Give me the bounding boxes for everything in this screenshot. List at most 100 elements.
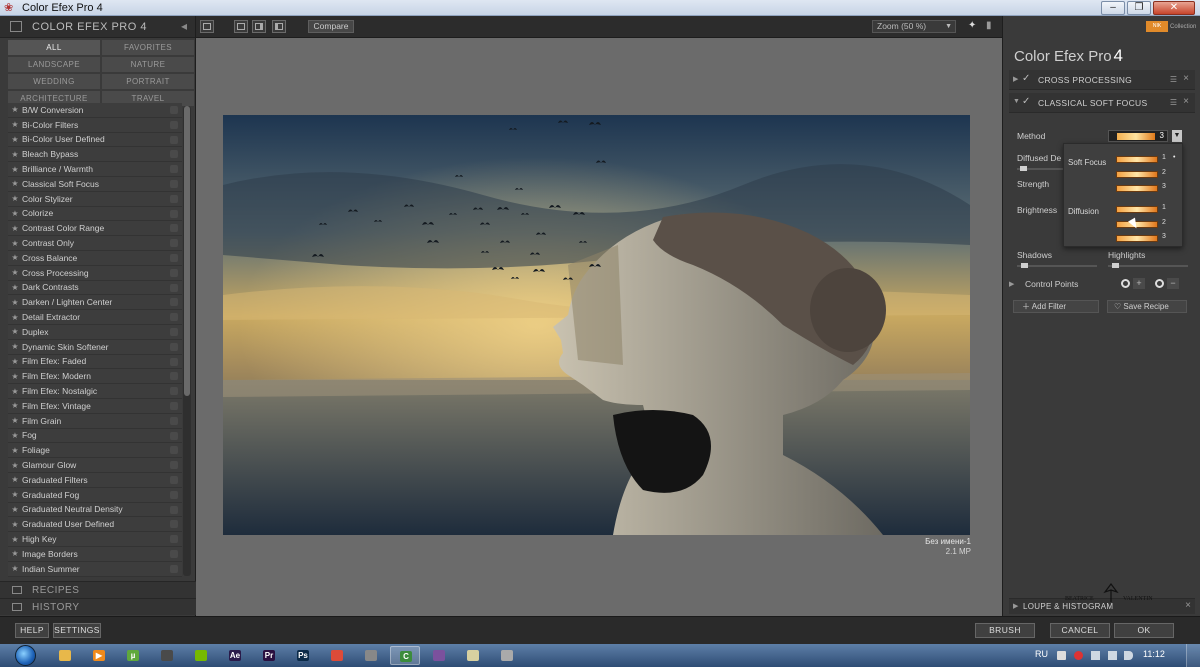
favorite-toggle-icon[interactable]	[170, 313, 178, 322]
favorite-toggle-icon[interactable]	[170, 150, 178, 159]
star-icon[interactable]: ★	[8, 535, 22, 544]
dropdown-option[interactable]: 2	[1116, 219, 1172, 229]
remove-filter-icon[interactable]: ×	[1183, 73, 1189, 84]
preview-image[interactable]	[223, 115, 970, 535]
slider-thumb[interactable]	[1021, 263, 1028, 268]
star-icon[interactable]: ★	[8, 165, 22, 174]
taskbar-app[interactable]: C	[390, 646, 420, 665]
favorite-toggle-icon[interactable]	[170, 239, 178, 248]
favorite-toggle-icon[interactable]	[170, 268, 178, 277]
list-item[interactable]: ★ Film Grain	[8, 413, 182, 429]
favorite-toggle-icon[interactable]	[170, 165, 178, 174]
taskbar-app[interactable]: µ	[118, 646, 148, 665]
list-item[interactable]: ★ Contrast Only	[8, 236, 182, 251]
network-icon[interactable]	[1108, 651, 1117, 660]
taskbar-app[interactable]	[50, 646, 80, 665]
add-control-point-button[interactable]: +	[1121, 278, 1147, 290]
expand-arrow-icon[interactable]: ▶	[1009, 280, 1014, 288]
favorite-toggle-icon[interactable]	[170, 490, 178, 499]
star-icon[interactable]: ★	[8, 268, 22, 277]
list-item[interactable]: ★ Bi-Color Filters	[8, 117, 182, 133]
clock[interactable]: 11:12	[1143, 649, 1165, 659]
flag-icon[interactable]	[1091, 651, 1100, 660]
control-points-label[interactable]: Control Points	[1025, 279, 1078, 289]
single-view-icon[interactable]	[234, 20, 248, 33]
dropdown-option[interactable]: 3	[1116, 233, 1172, 243]
taskbar-app[interactable]	[322, 646, 352, 665]
cancel-button[interactable]: CANCEL	[1050, 623, 1110, 638]
star-icon[interactable]: ★	[8, 475, 22, 484]
add-filter-button[interactable]: ＋ Add Filter	[1013, 300, 1099, 313]
expand-arrow-icon[interactable]: ▶	[1013, 602, 1018, 610]
category-portrait[interactable]: PORTRAIT	[102, 74, 194, 89]
shadows-slider[interactable]	[1017, 263, 1097, 268]
star-icon[interactable]: ★	[8, 490, 22, 499]
history-section[interactable]: HISTORY	[0, 598, 196, 615]
dropdown-option[interactable]: 1 •	[1116, 154, 1175, 164]
star-icon[interactable]: ★	[8, 564, 22, 573]
favorite-toggle-icon[interactable]	[170, 401, 178, 410]
list-item[interactable]: ★ Dynamic Skin Softener	[8, 339, 182, 355]
slider-thumb[interactable]	[1020, 166, 1027, 171]
list-item[interactable]: ★ Graduated User Defined	[8, 517, 182, 533]
category-all[interactable]: ALL	[8, 40, 100, 55]
star-icon[interactable]: ★	[8, 120, 22, 129]
list-item[interactable]: ★ Duplex	[8, 324, 182, 340]
star-icon[interactable]: ★	[8, 179, 22, 188]
start-button[interactable]	[12, 644, 42, 667]
remove-control-point-button[interactable]: −	[1155, 278, 1181, 290]
star-icon[interactable]: ★	[8, 520, 22, 529]
favorite-toggle-icon[interactable]	[170, 461, 178, 470]
remove-filter-icon[interactable]: ×	[1185, 600, 1191, 611]
taskbar-app[interactable]: Ps	[288, 646, 318, 665]
enable-check-icon[interactable]: ✓	[1022, 96, 1030, 107]
bulb-icon[interactable]: ✦	[968, 20, 980, 33]
filter-list-scrollbar[interactable]	[183, 106, 191, 576]
list-item[interactable]: ★ Detail Extractor	[8, 310, 182, 325]
favorite-toggle-icon[interactable]	[170, 342, 178, 351]
keyboard-icon[interactable]	[1057, 651, 1066, 660]
favorite-toggle-icon[interactable]	[170, 327, 178, 336]
star-icon[interactable]: ★	[8, 313, 22, 322]
star-icon[interactable]: ★	[8, 253, 22, 262]
filter-row-classical-soft-focus[interactable]: ▼ ✓ CLASSICAL SOFT FOCUS ☰ ×	[1009, 93, 1195, 113]
list-item[interactable]: ★ Film Efex: Nostalgic	[8, 384, 182, 399]
list-item[interactable]: ★ Graduated Neutral Density	[8, 502, 182, 518]
favorite-toggle-icon[interactable]	[170, 446, 178, 455]
dropdown-option[interactable]: 2	[1116, 169, 1172, 179]
highlights-slider[interactable]	[1108, 263, 1188, 268]
star-icon[interactable]: ★	[8, 327, 22, 336]
settings-button[interactable]: SETTINGS	[53, 623, 101, 638]
star-icon[interactable]: ★	[8, 209, 22, 218]
star-icon[interactable]: ★	[8, 224, 22, 233]
slider-thumb[interactable]	[1112, 263, 1119, 268]
toggle-browser-icon[interactable]	[200, 20, 214, 33]
list-item[interactable]: ★ Contrast Color Range	[8, 221, 182, 237]
list-item[interactable]: ★ Film Efex: Modern	[8, 369, 182, 385]
list-item[interactable]: ★ High Key	[8, 532, 182, 547]
filter-row-cross-processing[interactable]: ▶ ✓ CROSS PROCESSING ☰ ×	[1009, 70, 1195, 90]
background-color-icon[interactable]: ▮	[986, 20, 998, 33]
list-item[interactable]: ★ Foliage	[8, 443, 182, 459]
dropdown-option[interactable]: 1	[1116, 204, 1172, 214]
star-icon[interactable]: ★	[8, 431, 22, 440]
collapse-panel-icon[interactable]: ◂	[181, 19, 187, 33]
favorite-toggle-icon[interactable]	[170, 194, 178, 203]
list-item[interactable]: ★ Cross Balance	[8, 250, 182, 266]
chevron-down-icon[interactable]: ▼	[1172, 130, 1182, 142]
favorite-toggle-icon[interactable]	[170, 505, 178, 514]
list-item[interactable]: ★ Brilliance / Warmth	[8, 162, 182, 177]
list-item[interactable]: ★ Dark Contrasts	[8, 280, 182, 296]
star-icon[interactable]: ★	[8, 401, 22, 410]
favorite-toggle-icon[interactable]	[170, 416, 178, 425]
split-view-icon[interactable]	[252, 20, 266, 33]
favorite-toggle-icon[interactable]	[170, 298, 178, 307]
favorite-toggle-icon[interactable]	[170, 283, 178, 292]
filter-menu-icon[interactable]: ☰	[1170, 98, 1177, 107]
star-icon[interactable]: ★	[8, 446, 22, 455]
side-by-side-view-icon[interactable]	[272, 20, 286, 33]
favorite-toggle-icon[interactable]	[170, 357, 178, 366]
list-item[interactable]: ★ Color Stylizer	[8, 191, 182, 207]
list-item[interactable]: ★ Bi-Color User Defined	[8, 132, 182, 148]
star-icon[interactable]: ★	[8, 416, 22, 425]
